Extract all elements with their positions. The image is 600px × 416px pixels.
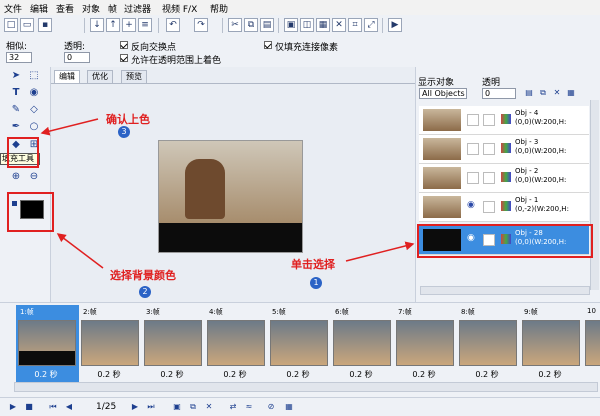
click-select-callout: 单击选择 [291, 258, 335, 271]
arrow-to-selected-object [345, 241, 415, 262]
pick-bg-color-callout: 选择背景颜色 [110, 269, 176, 282]
confirm-color-callout: 确认上色 [106, 113, 150, 126]
annotation-arrows [40, 118, 415, 269]
step-badge-3: 3 [118, 126, 130, 138]
step-badge-1: 1 [310, 277, 322, 289]
step-badge-2: 2 [139, 286, 151, 298]
arrow-to-fill-tool [40, 118, 99, 136]
arrow-to-color-swatch [56, 233, 104, 269]
